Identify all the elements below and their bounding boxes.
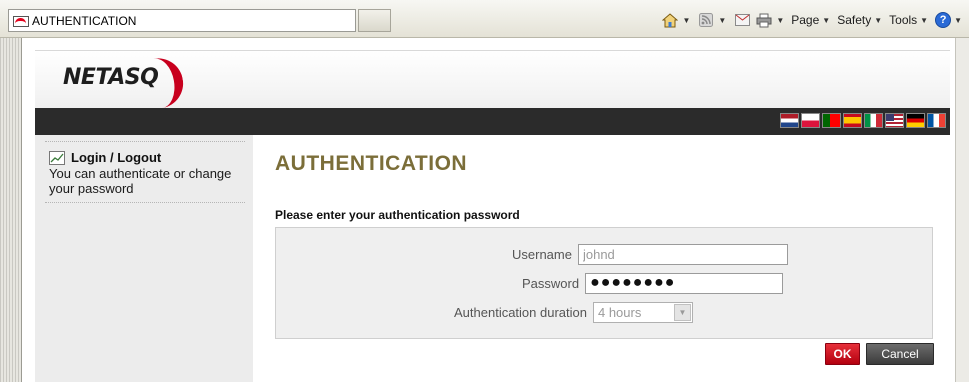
home-button[interactable]: ▼	[661, 12, 693, 28]
page-menu[interactable]: Page ▼	[791, 13, 833, 27]
password-label: Password	[522, 276, 580, 291]
home-icon	[661, 12, 679, 28]
browser-toolbar: AUTHENTICATION ▼ ▼ ▼ Page ▼ Safety ▼ Too…	[0, 0, 969, 38]
mail-icon	[733, 12, 751, 28]
france-flag-icon[interactable]	[927, 113, 946, 128]
password-row: Password ●●●●●●●●	[522, 273, 784, 294]
netasq-favicon-icon	[13, 14, 29, 28]
password-input[interactable]: ●●●●●●●●	[585, 273, 784, 294]
chevron-down-icon: ▼	[682, 15, 691, 25]
safety-menu[interactable]: Safety ▼	[837, 13, 885, 27]
vertical-scrollbar[interactable]	[955, 38, 969, 382]
italy-flag-icon[interactable]	[864, 113, 883, 128]
command-bar: ▼ ▼ ▼ Page ▼ Safety ▼ Tools ▼ ? ▼	[661, 8, 965, 32]
chevron-down-icon: ▼	[718, 15, 727, 25]
portugal-flag-icon[interactable]	[822, 113, 841, 128]
duration-select[interactable]: 4 hours ▼	[592, 302, 693, 323]
sidebar: Login / Logout You can authenticate or c…	[35, 135, 253, 382]
safety-menu-label: Safety	[837, 13, 872, 27]
printer-icon	[755, 12, 773, 28]
language-bar	[35, 108, 950, 135]
sidebar-item-title[interactable]: Login / Logout	[71, 150, 161, 165]
duration-row: Authentication duration 4 hours ▼	[454, 302, 693, 323]
rss-icon	[697, 12, 715, 28]
read-mail-button[interactable]	[733, 12, 751, 28]
duration-label: Authentication duration	[454, 305, 587, 320]
sidebar-item-description: You can authenticate or change your pass…	[49, 166, 232, 196]
username-row: Username	[512, 244, 788, 265]
chevron-down-icon: ▼	[776, 15, 785, 25]
username-label: Username	[512, 247, 572, 262]
spain-flag-icon[interactable]	[843, 113, 862, 128]
print-button[interactable]: ▼	[755, 12, 787, 28]
chevron-down-icon: ▼	[920, 15, 929, 25]
help-menu[interactable]: ? ▼	[935, 12, 965, 28]
username-input[interactable]	[577, 244, 788, 265]
netasq-logo: NETASQ	[63, 65, 159, 90]
usa-flag-icon[interactable]	[885, 113, 904, 128]
page-title: AUTHENTICATION	[275, 152, 468, 175]
feeds-button[interactable]: ▼	[697, 12, 729, 28]
duration-selected-value: 4 hours	[597, 305, 642, 320]
netherlands-flag-icon[interactable]	[780, 113, 799, 128]
sidebar-item-login-logout[interactable]: Login / Logout You can authenticate or c…	[45, 141, 245, 203]
ok-button[interactable]: OK	[825, 343, 860, 365]
chevron-down-icon: ▼	[954, 15, 962, 25]
line-chart-icon	[49, 150, 65, 165]
tab-title: AUTHENTICATION	[32, 13, 137, 28]
browser-tab-authentication[interactable]: AUTHENTICATION	[8, 9, 356, 32]
new-tab-button[interactable]	[358, 9, 391, 32]
site-header: NETASQ	[35, 50, 950, 110]
logo-swoosh-icon	[144, 54, 188, 110]
language-flags	[780, 113, 946, 128]
germany-flag-icon[interactable]	[906, 113, 925, 128]
tools-menu[interactable]: Tools ▼	[889, 13, 931, 27]
page-menu-label: Page	[791, 13, 820, 27]
chevron-down-icon[interactable]: ▼	[673, 304, 691, 321]
poland-flag-icon[interactable]	[801, 113, 820, 128]
chevron-down-icon: ▼	[822, 15, 831, 25]
cancel-button[interactable]: Cancel	[866, 343, 934, 365]
tools-menu-label: Tools	[889, 13, 918, 27]
help-icon: ?	[935, 12, 952, 28]
chevron-down-icon: ▼	[874, 15, 883, 25]
form-prompt: Please enter your authentication passwor…	[275, 208, 520, 222]
page-left-border	[0, 38, 22, 382]
authentication-form: Username Password ●●●●●●●● Authenticatio…	[275, 227, 933, 339]
